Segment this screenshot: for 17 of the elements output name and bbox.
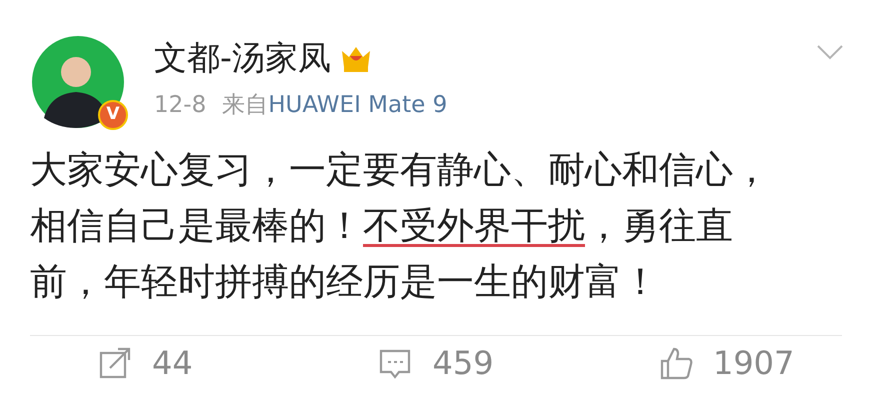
verified-badge: V (98, 100, 128, 130)
source-label: 来自 (222, 91, 268, 120)
post-text: 前，年轻时拼搏的经历是一生的财富！ (30, 259, 659, 306)
post-date: 12-8 (154, 91, 206, 120)
post-text: ，勇往直 (585, 203, 733, 250)
author-name[interactable]: 文都-汤家凤 (154, 36, 331, 80)
chevron-down-icon[interactable] (816, 44, 844, 60)
post-text: 相信自己是最棒的！ (30, 203, 363, 250)
thumbs-up-icon[interactable] (658, 346, 693, 380)
like-count: 1907 (712, 343, 794, 384)
avatar[interactable] (32, 36, 124, 128)
repost-count: 44 (152, 343, 193, 384)
repost-icon[interactable] (98, 346, 132, 380)
post-text: 大家安心复习，一定要有静心、耐心和信心， (30, 147, 770, 194)
comment-count: 459 (432, 343, 494, 384)
underlined-text: 不受外界干扰 (363, 203, 585, 250)
source-device[interactable]: HUAWEI Mate 9 (268, 88, 448, 122)
